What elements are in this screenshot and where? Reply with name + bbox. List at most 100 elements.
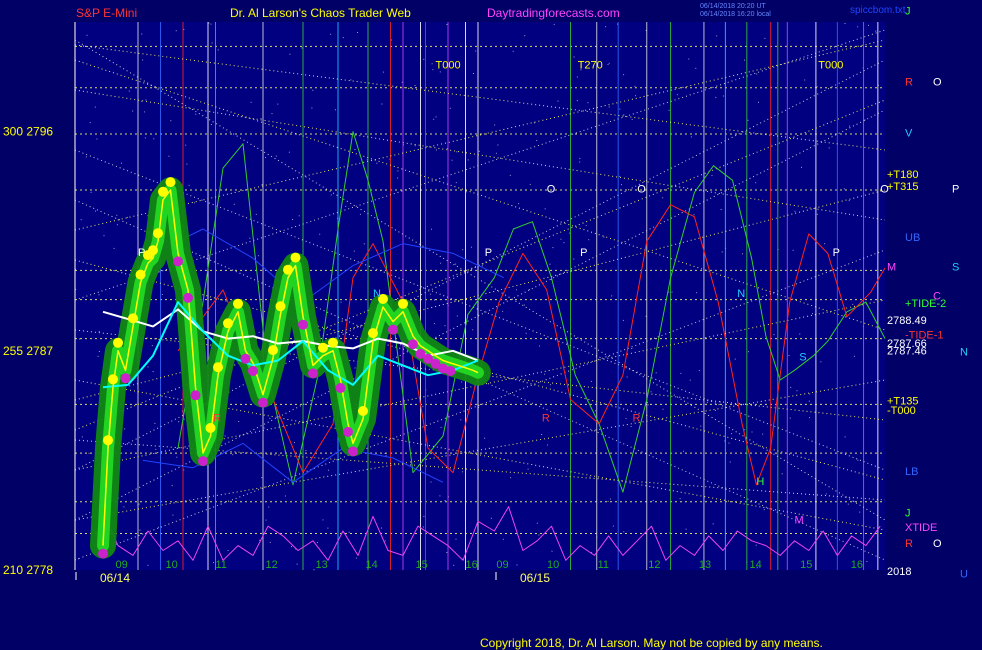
star-dot [635, 95, 636, 97]
star-dot [213, 562, 214, 564]
star-dot [734, 358, 736, 360]
star-dot [662, 408, 664, 410]
star-dot [291, 546, 292, 548]
star-dot [194, 202, 196, 204]
star-dot [397, 170, 399, 172]
star-dot [322, 519, 324, 521]
right-side-label: +T315 [887, 181, 919, 193]
star-dot [258, 331, 260, 333]
right-side-label: J [905, 6, 911, 18]
right-side-label: N [960, 347, 968, 359]
star-dot [619, 108, 621, 110]
star-dot [529, 183, 531, 185]
star-dot [607, 64, 609, 65]
star-dot [312, 89, 314, 91]
price-dot [328, 337, 338, 348]
x-hour-label: 16 [851, 559, 863, 571]
star-dot [695, 67, 697, 69]
star-dot [563, 242, 565, 244]
star-dot [852, 303, 854, 305]
star-dot [142, 59, 144, 61]
right-side-label: +TIDE-2 [905, 298, 946, 310]
star-dot [866, 561, 868, 562]
star-dot [481, 265, 483, 267]
star-dot [143, 111, 145, 113]
star-dot [523, 304, 525, 306]
site-url: Daytradingforecasts.com [487, 6, 620, 20]
star-dot [804, 79, 806, 81]
star-dot [495, 152, 497, 154]
star-dot [579, 157, 581, 159]
star-dot [662, 197, 664, 199]
star-dot [585, 225, 587, 227]
star-dot [755, 182, 757, 184]
star-dot [357, 32, 358, 33]
star-dot [608, 62, 610, 64]
star-dot [528, 289, 530, 290]
star-dot [121, 162, 122, 164]
star-dot [103, 235, 105, 237]
star-dot [422, 526, 424, 528]
star-dot [631, 348, 633, 349]
x-hour-label: 10 [547, 559, 559, 571]
star-dot [86, 34, 88, 36]
star-dot [144, 137, 146, 139]
price-dot [223, 318, 233, 329]
star-dot [422, 406, 424, 408]
star-dot [631, 118, 633, 120]
star-dot [171, 485, 173, 487]
star-dot [298, 215, 300, 217]
star-dot [689, 379, 691, 381]
price-dot [348, 446, 358, 457]
star-dot [431, 228, 432, 230]
star-dot [490, 517, 492, 519]
price-dot [318, 342, 328, 353]
chart-annotation: T270 [578, 59, 603, 71]
star-dot [466, 191, 468, 193]
star-dot [147, 366, 149, 368]
right-side-label: V [905, 128, 913, 140]
star-dot [250, 101, 252, 103]
star-dot [853, 355, 855, 357]
star-dot [541, 434, 543, 435]
star-dot [305, 450, 307, 452]
star-dot [816, 213, 818, 215]
star-dot [260, 118, 262, 120]
star-dot [88, 452, 90, 454]
price-dot [198, 456, 208, 467]
star-dot [113, 247, 115, 249]
star-dot [461, 381, 463, 383]
star-dot [755, 544, 757, 546]
chart-annotation: N [373, 288, 381, 300]
star-dot [249, 237, 251, 239]
star-dot [576, 100, 578, 102]
star-dot [868, 24, 869, 26]
star-dot [700, 425, 702, 427]
price-dot [408, 339, 418, 350]
star-dot [327, 527, 329, 529]
star-dot [721, 251, 723, 253]
star-dot [261, 184, 263, 186]
star-dot [301, 47, 303, 49]
star-dot [288, 151, 290, 153]
star-dot [707, 162, 709, 163]
y-tick-label: 210 2778 [3, 563, 53, 577]
star-dot [98, 351, 100, 352]
star-dot [80, 219, 82, 221]
star-dot [217, 49, 219, 51]
star-dot [550, 384, 551, 386]
price-dot [298, 319, 308, 330]
star-dot [355, 557, 357, 559]
star-dot [353, 250, 355, 252]
star-dot [381, 527, 382, 529]
price-dot [173, 256, 183, 267]
star-dot [268, 506, 270, 508]
chart-stage: T000 T270 T000 P P P P O O O N N R R R H M S J R O V +T180 +T3… [0, 0, 982, 650]
star-dot [698, 370, 700, 372]
price-dot [268, 345, 278, 356]
price-dot [258, 397, 268, 408]
star-dot [294, 442, 295, 444]
star-dot [622, 319, 624, 321]
chart-annotation: M [795, 515, 804, 527]
star-dot [799, 333, 801, 335]
